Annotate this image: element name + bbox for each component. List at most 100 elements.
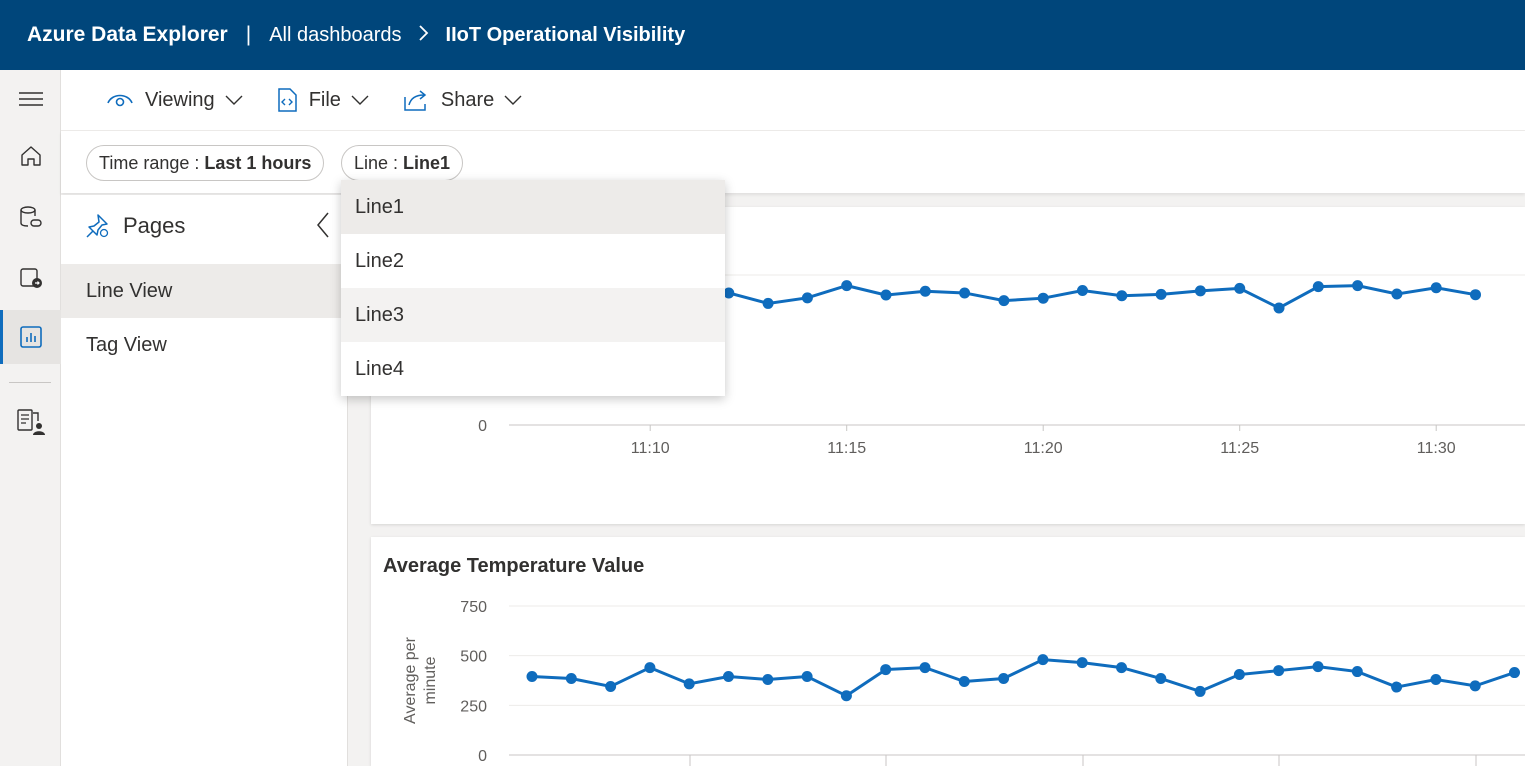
home-nav-button[interactable] bbox=[0, 129, 61, 183]
data-point[interactable] bbox=[841, 280, 853, 292]
data-point[interactable] bbox=[1391, 681, 1403, 693]
data-point[interactable] bbox=[919, 285, 931, 297]
data-point[interactable] bbox=[959, 287, 971, 299]
data-point[interactable] bbox=[762, 674, 774, 686]
dropdown-option-line4[interactable]: Line4 bbox=[341, 342, 725, 396]
data-point[interactable] bbox=[801, 671, 813, 683]
query-nav-button[interactable] bbox=[0, 251, 61, 305]
y-tick-label: 750 bbox=[460, 599, 487, 616]
collapse-pages-button[interactable] bbox=[316, 211, 330, 244]
code-file-icon bbox=[277, 88, 297, 112]
chevron-down-icon bbox=[351, 95, 369, 105]
rail-divider bbox=[9, 382, 51, 383]
line-parameter-name: Line bbox=[354, 152, 389, 173]
x-tick-label: 11:15 bbox=[827, 440, 866, 457]
share-menu-button[interactable]: Share bbox=[403, 89, 522, 112]
data-point[interactable] bbox=[840, 690, 852, 702]
dropdown-option-line3[interactable]: Line3 bbox=[341, 288, 725, 342]
dropdown-option-line1[interactable]: Line1 bbox=[341, 180, 725, 234]
breadcrumb-current: IIoT Operational Visibility bbox=[445, 23, 686, 46]
time-range-parameter[interactable]: Time range : Last 1 hours bbox=[86, 145, 325, 181]
data-point[interactable] bbox=[1076, 657, 1088, 669]
share-label: Share bbox=[440, 88, 495, 111]
data-point[interactable] bbox=[762, 297, 774, 309]
viewing-menu-button[interactable]: Viewing bbox=[107, 89, 243, 112]
data-point[interactable] bbox=[565, 673, 577, 685]
header-separator: | bbox=[245, 23, 252, 46]
data-point[interactable] bbox=[998, 673, 1010, 685]
file-label: File bbox=[308, 88, 341, 111]
chart-tile-average-temperature[interactable]: Average Temperature Value 0 250 500 750 Aver… bbox=[371, 537, 1525, 766]
data-point[interactable] bbox=[1391, 288, 1403, 300]
data-point[interactable] bbox=[1155, 673, 1167, 685]
time-range-value: Last 1 hours bbox=[204, 152, 312, 173]
data-point[interactable] bbox=[880, 664, 892, 676]
data-point[interactable] bbox=[1430, 282, 1442, 294]
workspace-nav-button[interactable] bbox=[0, 395, 61, 449]
data-point[interactable] bbox=[1430, 674, 1442, 686]
data-point[interactable] bbox=[723, 671, 734, 683]
data-point[interactable] bbox=[1116, 290, 1128, 302]
data-point[interactable] bbox=[1116, 662, 1127, 674]
data-point[interactable] bbox=[1037, 292, 1049, 304]
data-point[interactable] bbox=[1470, 289, 1481, 301]
dashboards-nav-button[interactable] bbox=[0, 310, 61, 364]
chevron-down-icon bbox=[225, 95, 243, 105]
hamburger-menu-button[interactable] bbox=[0, 72, 61, 126]
data-point[interactable] bbox=[880, 289, 892, 301]
data-point[interactable] bbox=[1233, 669, 1245, 681]
data-point[interactable] bbox=[1469, 680, 1481, 692]
left-nav-rail bbox=[0, 70, 61, 766]
page-item-tag-view[interactable]: Tag View bbox=[61, 318, 348, 372]
data-point[interactable] bbox=[644, 662, 656, 674]
data-point[interactable] bbox=[1312, 661, 1324, 673]
data-point[interactable] bbox=[683, 678, 695, 690]
app-header: Azure Data Explorer | All dashboards IIo… bbox=[0, 0, 1525, 70]
eye-icon bbox=[107, 94, 133, 107]
command-toolbar: Viewing File Share bbox=[61, 70, 1525, 131]
data-point[interactable] bbox=[526, 671, 538, 683]
dropdown-option-line2[interactable]: Line2 bbox=[341, 234, 725, 288]
data-point[interactable] bbox=[1509, 667, 1520, 679]
viewing-label: Viewing bbox=[145, 88, 215, 111]
data-point[interactable] bbox=[605, 680, 617, 692]
data-point[interactable] bbox=[1234, 282, 1246, 294]
home-icon bbox=[20, 146, 41, 166]
data-point[interactable] bbox=[1273, 665, 1285, 677]
data-point[interactable] bbox=[958, 675, 970, 687]
x-tick-label: 11:20 bbox=[1024, 440, 1063, 457]
y-tick-label: 500 bbox=[460, 649, 487, 666]
data-point[interactable] bbox=[1194, 685, 1206, 697]
y-axis-label: Average per minute bbox=[402, 636, 439, 724]
data-point[interactable] bbox=[1077, 285, 1088, 297]
page-item-line-view[interactable]: Line View bbox=[61, 264, 348, 318]
app-title[interactable]: Azure Data Explorer bbox=[27, 23, 228, 47]
data-point[interactable] bbox=[1273, 302, 1285, 314]
data-point[interactable] bbox=[1037, 654, 1049, 666]
pages-panel: Pages Line View Tag View bbox=[61, 195, 348, 766]
dashboard-chart-icon bbox=[19, 326, 42, 348]
pages-header: Pages bbox=[85, 213, 185, 239]
series-line bbox=[531, 658, 1515, 698]
file-menu-button[interactable]: File bbox=[277, 88, 369, 112]
data-point[interactable] bbox=[1194, 285, 1206, 297]
chevron-left-icon bbox=[317, 212, 329, 238]
line-parameter[interactable]: Line : Line1 bbox=[341, 145, 464, 181]
document-person-icon bbox=[16, 409, 45, 435]
x-tick-label: 11:10 bbox=[631, 440, 670, 457]
x-tick-label: 11:25 bbox=[1220, 440, 1259, 457]
data-point[interactable] bbox=[1155, 288, 1167, 300]
line-dropdown-menu: Line1 Line2 Line3 Line4 bbox=[341, 180, 725, 396]
data-point[interactable] bbox=[998, 295, 1010, 307]
data-point[interactable] bbox=[919, 662, 931, 674]
data-point[interactable] bbox=[1352, 280, 1364, 292]
data-point[interactable] bbox=[1351, 666, 1363, 678]
data-point[interactable] bbox=[1312, 281, 1324, 293]
data-nav-button[interactable] bbox=[0, 191, 61, 245]
parameter-bar: Time range : Last 1 hours Line : Line1 bbox=[61, 131, 1525, 193]
breadcrumb-all-dashboards[interactable]: All dashboards bbox=[269, 24, 401, 47]
line-parameter-value: Line1 bbox=[403, 152, 451, 173]
data-point[interactable] bbox=[801, 292, 813, 304]
chevron-right-icon bbox=[418, 24, 430, 47]
line-chart-average-temperature: 0 250 500 750 Average per minute bbox=[402, 599, 1525, 766]
